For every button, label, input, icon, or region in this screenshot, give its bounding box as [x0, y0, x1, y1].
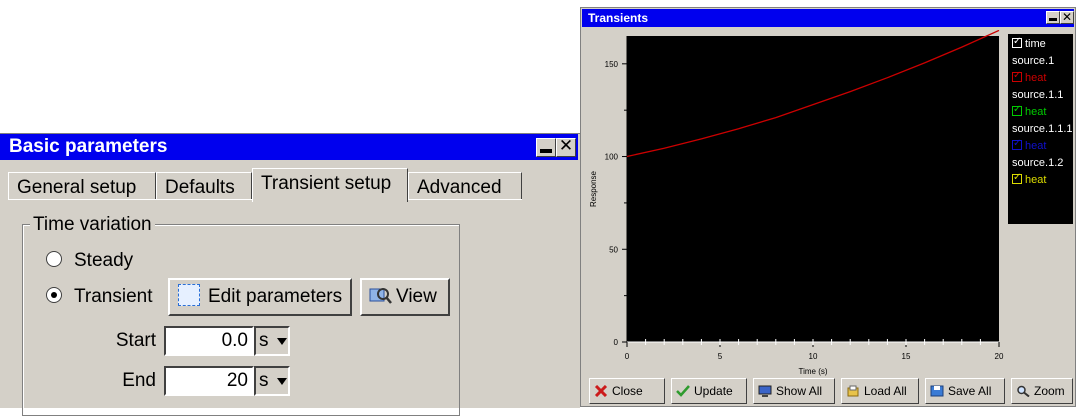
- close-button[interactable]: Close: [589, 378, 665, 404]
- title-bar[interactable]: Transients: [582, 9, 1074, 27]
- minimize-icon: [540, 149, 552, 153]
- legend-label: heat: [1025, 106, 1047, 118]
- view-icon: [369, 288, 392, 304]
- view-button[interactable]: View: [360, 278, 450, 316]
- x-tick-label: 15: [902, 352, 911, 361]
- update-button[interactable]: Update: [671, 378, 747, 404]
- close-button[interactable]: ✕: [556, 136, 576, 157]
- button-label: View: [396, 286, 437, 308]
- tab-label: Defaults: [165, 177, 235, 198]
- tab-defaults[interactable]: Defaults: [156, 172, 252, 200]
- y-tick-label: 0: [614, 338, 619, 347]
- button-label: Close: [612, 384, 643, 398]
- legend-source-label: source.1.2: [1012, 157, 1064, 169]
- legend-series-toggle[interactable]: time: [1012, 36, 1046, 50]
- end-field[interactable]: 20: [164, 366, 254, 396]
- y-tick-label: 150: [605, 60, 619, 69]
- window-title: Transients: [588, 11, 649, 25]
- edit-parameters-button[interactable]: Edit parameters: [168, 278, 352, 316]
- window-title: Basic parameters: [9, 136, 168, 157]
- zoom-button[interactable]: Zoom: [1011, 378, 1073, 404]
- x-axis-label: Time (s): [798, 367, 827, 376]
- dropdown-arrow-icon[interactable]: [276, 368, 288, 394]
- dropdown-arrow-icon[interactable]: [276, 328, 288, 354]
- start-label: Start: [115, 330, 156, 351]
- legend-checkbox[interactable]: [1012, 172, 1022, 185]
- legend-series-toggle[interactable]: heat: [1012, 172, 1047, 186]
- minimize-button[interactable]: [536, 138, 556, 157]
- x-tick-label: 10: [809, 352, 818, 361]
- tab-transient-setup[interactable]: Transient setup: [252, 168, 408, 202]
- button-label: Zoom: [1034, 384, 1065, 398]
- end-unit-select[interactable]: s: [254, 366, 290, 396]
- button-label: Update: [694, 384, 733, 398]
- button-label: Edit parameters: [208, 286, 343, 308]
- close-button[interactable]: ✕: [1060, 10, 1074, 24]
- legend-series-toggle[interactable]: heat: [1012, 138, 1047, 152]
- legend-label: heat: [1025, 72, 1047, 84]
- group-title: Time variation: [30, 214, 155, 236]
- legend-source-label: source.1: [1012, 55, 1055, 67]
- radio-button[interactable]: [46, 250, 62, 267]
- legend-source-label: source.1.1.1: [1012, 123, 1073, 135]
- y-tick-label: 100: [605, 153, 619, 162]
- transients-window: Transients ✕ 0 50 100 150 0 5 10 15 20 Time (s) Re…: [580, 7, 1076, 407]
- legend-label: heat: [1025, 140, 1047, 152]
- end-label: End: [122, 370, 156, 391]
- radio-transient[interactable]: Transient: [46, 286, 153, 308]
- legend-series-toggle[interactable]: heat: [1012, 70, 1047, 84]
- x-tick-label: 5: [718, 352, 723, 361]
- edit-parameters-icon: [178, 284, 200, 306]
- load-all-button[interactable]: Load All: [841, 378, 919, 404]
- series-legend: time source.1 heat source.1.1 heat source.1.1…: [1008, 34, 1073, 224]
- legend-checkbox[interactable]: [1012, 36, 1022, 49]
- close-icon: ✕: [1061, 10, 1073, 24]
- show-all-button[interactable]: Show All: [753, 378, 835, 404]
- minimize-button[interactable]: [1046, 11, 1060, 24]
- tab-label: General setup: [17, 177, 137, 198]
- transient-plot[interactable]: 0 50 100 150 0 5 10 15 20 Time (s) Response: [585, 30, 1005, 376]
- radio-label: Steady: [74, 250, 134, 271]
- legend-checkbox[interactable]: [1012, 70, 1022, 83]
- unit-value: s: [259, 370, 269, 391]
- tab-label: Advanced: [417, 177, 502, 198]
- legend-series-toggle[interactable]: heat: [1012, 104, 1047, 118]
- title-bar[interactable]: Basic parameters: [0, 134, 578, 160]
- legend-label: time: [1025, 38, 1046, 50]
- legend-source-label: source.1.1: [1012, 89, 1064, 101]
- close-icon: ✕: [558, 136, 574, 156]
- legend-checkbox[interactable]: [1012, 104, 1022, 117]
- radio-button[interactable]: [46, 286, 62, 303]
- start-unit-select[interactable]: s: [254, 326, 290, 356]
- plot-area: [627, 36, 999, 342]
- tab-strip: General setup Defaults Transient setup A…: [8, 168, 522, 202]
- button-label: Load All: [864, 384, 907, 398]
- save-icon: [930, 385, 944, 397]
- x-tick-label: 20: [995, 352, 1004, 361]
- check-icon: [676, 384, 690, 397]
- button-label: Save All: [948, 384, 992, 398]
- zoom-icon: [1016, 385, 1030, 398]
- legend-checkbox[interactable]: [1012, 138, 1022, 151]
- minimize-icon: [1049, 18, 1057, 21]
- start-field[interactable]: 0.0: [164, 326, 254, 356]
- tab-general-setup[interactable]: General setup: [8, 172, 156, 200]
- radio-steady[interactable]: Steady: [46, 250, 133, 272]
- load-icon: [846, 385, 860, 397]
- radio-label: Transient: [74, 286, 153, 307]
- save-all-button[interactable]: Save All: [925, 378, 1005, 404]
- button-label: Show All: [776, 384, 823, 398]
- unit-value: s: [259, 330, 269, 351]
- y-tick-label: 50: [609, 245, 618, 254]
- monitor-icon: [758, 385, 772, 397]
- x-tick-label: 0: [625, 352, 630, 361]
- tab-advanced[interactable]: Advanced: [408, 172, 522, 200]
- y-axis-label: Response: [589, 170, 598, 207]
- close-icon: [594, 384, 608, 397]
- tab-label: Transient setup: [261, 173, 392, 194]
- button-bar: Close Update Show All Load All Save All Zoom: [585, 378, 1073, 404]
- basic-parameters-window: Basic parameters ✕ General setup Default…: [0, 133, 580, 416]
- legend-label: heat: [1025, 174, 1047, 186]
